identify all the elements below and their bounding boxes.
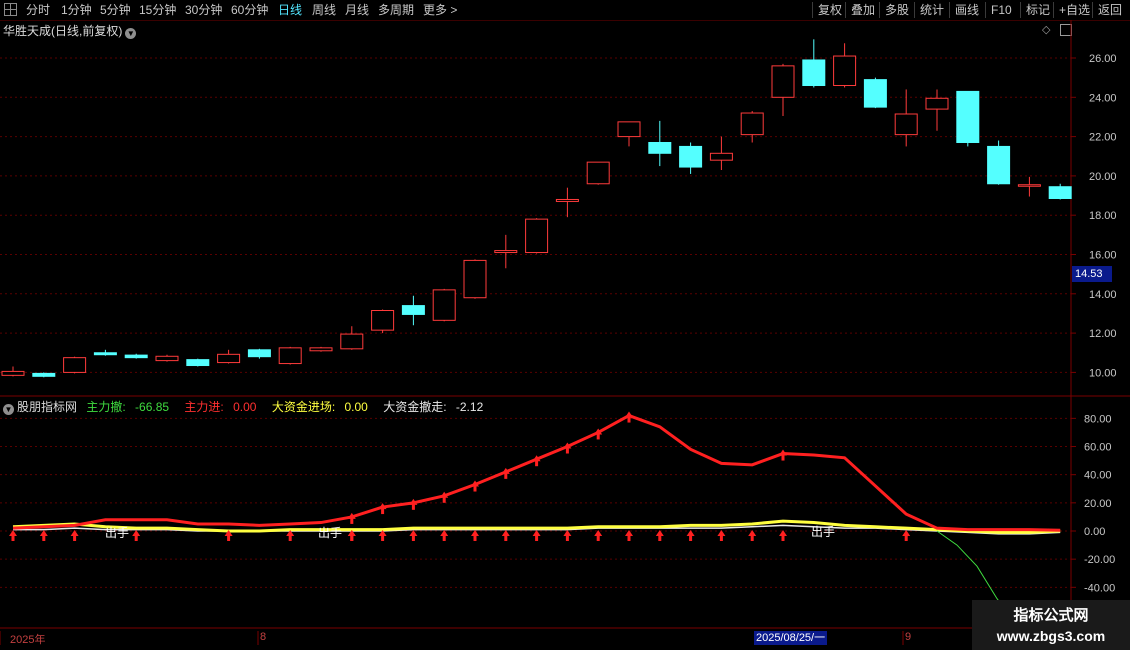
candle-body [709,152,733,161]
candle-body [401,305,425,315]
y-tick-label: 22.00 [1089,132,1117,144]
candle-body [617,121,641,138]
candle-body [186,359,210,367]
signal-arrow [563,530,572,541]
y-tick-label: 0.00 [1084,526,1105,538]
kline-chart[interactable]: 26.00 24.00 22.00 20.00 18.00 16.00 14.00 12.00… [0,0,1130,650]
signal-arrow [39,530,48,541]
indicator-line [12,413,1061,532]
candle-body [340,333,364,350]
candle-body [648,141,672,154]
candle-body [740,112,764,136]
candle-body [586,161,610,185]
watermark-logo: 指标公式网 www.zbgs3.com [972,600,1130,650]
signal-arrow [409,530,418,541]
candle-body [894,113,918,136]
signal-arrow [501,530,510,541]
candle-body [956,90,980,143]
candle-body [124,354,148,359]
y-tick-label: 80.00 [1084,413,1112,425]
signal-arrow [655,530,664,541]
signal-label: 出手 [318,526,342,540]
y-tick-label: 20.00 [1089,171,1117,183]
candle-body [309,347,333,352]
signal-arrow [70,530,79,541]
axis-label-month-8: 8 [260,631,267,643]
candle-body [371,310,395,331]
candle-body [863,79,887,108]
signal-arrow [532,530,541,541]
candle-body [802,59,826,87]
candle-body [32,372,56,377]
crosshair-date: 2025/08/25/一 [754,631,828,645]
y-tick-label: -20.00 [1084,554,1115,566]
y-tick-label: 60.00 [1084,442,1112,454]
signal-label: 出手 [811,525,835,539]
y-tick-label: 24.00 [1089,92,1117,104]
signal-arrow [440,530,449,541]
candle-body [93,352,117,356]
watermark-line2: www.zbgs3.com [996,628,1106,644]
y-tick-label: 26.00 [1089,53,1117,65]
axis-label-year: 2025年 [10,634,46,646]
candle-body [987,145,1011,185]
y-tick-label: 40.00 [1084,470,1112,482]
signal-arrow [625,530,633,541]
candle-body [525,218,549,254]
current-price-tag: 14.53 [1072,266,1112,282]
signal-arrow [748,530,757,541]
candle-body [494,250,518,254]
signal-arrow [471,530,479,541]
signal-arrow [9,530,17,541]
y-tick-label: 12.00 [1089,328,1117,340]
candle-body [833,55,857,87]
signal-arrow [779,530,787,541]
signal-arrow [594,530,603,541]
y-tick-label: 10.00 [1089,367,1117,379]
candle-body [463,259,487,299]
y-tick-label: 16.00 [1089,250,1117,262]
candle-body [555,198,579,202]
candle-body [679,145,703,168]
y-tick-label: -40.00 [1084,582,1115,594]
candle-body [155,355,179,362]
candle-body [925,97,949,110]
watermark-line1: 指标公式网 [1013,607,1089,624]
candle-body [1017,184,1041,187]
signal-arrow [779,449,787,461]
y-tick-label: 20.00 [1084,498,1112,510]
signal-arrow [132,530,141,541]
y-tick-label: 18.00 [1089,210,1117,222]
signal-arrow [717,530,726,541]
signal-arrow [378,503,387,515]
signal-label: 出手 [105,526,129,540]
signal-arrow [902,530,911,541]
candle-body [1048,186,1072,199]
candle-body [1,370,25,376]
signal-arrow [686,530,695,541]
candle-body [432,289,456,321]
signal-arrow [625,411,633,423]
candle-body [771,65,795,98]
axis-label-month-9: 9 [905,631,912,643]
candle-body [217,353,241,364]
candle-body [247,349,271,358]
candle-body [278,347,302,365]
candle-body [63,357,87,373]
y-tick-label: 14.00 [1089,289,1117,301]
signal-arrow [409,498,418,510]
